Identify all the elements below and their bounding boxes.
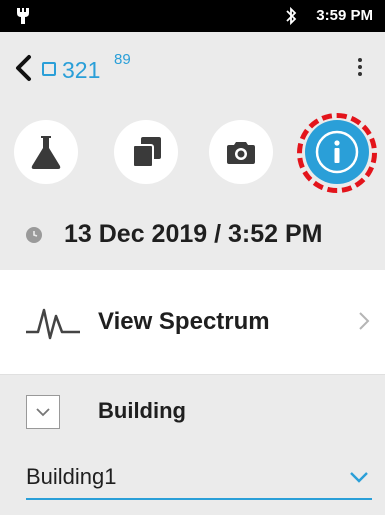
bluetooth-icon bbox=[286, 6, 297, 26]
building-collapse-toggle[interactable] bbox=[26, 395, 60, 429]
view-spectrum-label: View Spectrum bbox=[98, 308, 270, 335]
building-section-header: Building bbox=[0, 375, 385, 450]
building-section-label: Building bbox=[98, 398, 186, 423]
copy-icon bbox=[132, 137, 161, 168]
status-time: 3:59 PM bbox=[316, 7, 373, 24]
status-bar: 3:59 PM bbox=[0, 0, 385, 32]
flask-icon bbox=[31, 136, 61, 169]
action-row bbox=[0, 105, 385, 200]
clock-icon bbox=[26, 227, 42, 243]
app-notification-icon bbox=[17, 8, 29, 24]
highlight-ring bbox=[297, 113, 377, 193]
sample-superscript: 89 bbox=[114, 51, 131, 68]
sample-square-icon bbox=[42, 62, 56, 76]
back-arrow-icon[interactable] bbox=[12, 52, 36, 84]
sample-number: 321 bbox=[62, 57, 101, 83]
building-selected-value: Building1 bbox=[26, 464, 117, 489]
camera-button[interactable] bbox=[209, 120, 273, 184]
toolbar: 321 89 bbox=[0, 32, 385, 105]
dropdown-underline bbox=[26, 498, 372, 500]
analysis-button[interactable] bbox=[14, 120, 78, 184]
copy-button[interactable] bbox=[114, 120, 178, 184]
chevron-down-icon bbox=[36, 408, 50, 417]
chevron-right-icon bbox=[359, 312, 370, 330]
camera-icon bbox=[227, 142, 255, 164]
dropdown-chevron-icon bbox=[350, 472, 368, 483]
measurement-datetime: 13 Dec 2019 / 3:52 PM bbox=[64, 220, 323, 248]
measurement-date-row: 13 Dec 2019 / 3:52 PM bbox=[0, 200, 385, 270]
more-options-icon[interactable] bbox=[355, 58, 365, 82]
spectrum-wave-icon bbox=[26, 308, 80, 340]
view-spectrum-row[interactable]: View Spectrum bbox=[0, 270, 385, 375]
building-dropdown[interactable]: Building1 bbox=[0, 450, 385, 515]
